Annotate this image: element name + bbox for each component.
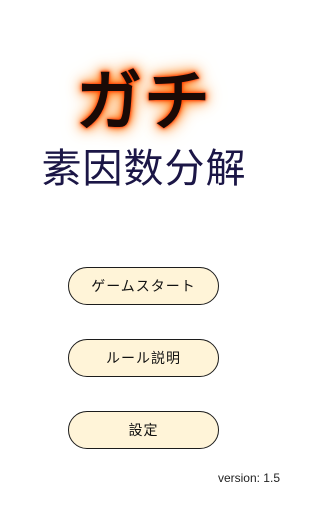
version-label: version: 1.5: [217, 471, 280, 485]
rules-button[interactable]: ルール説明: [68, 339, 219, 377]
game-subtitle: 素因数分解: [41, 146, 247, 192]
settings-button[interactable]: 設定: [68, 411, 219, 449]
settings-label: 設定: [128, 423, 159, 439]
start-game-label: ゲームスタート: [91, 279, 196, 295]
start-game-button[interactable]: ゲームスタート: [68, 267, 219, 305]
rules-label: ルール説明: [106, 351, 181, 367]
game-title: ガチ: [76, 63, 212, 140]
